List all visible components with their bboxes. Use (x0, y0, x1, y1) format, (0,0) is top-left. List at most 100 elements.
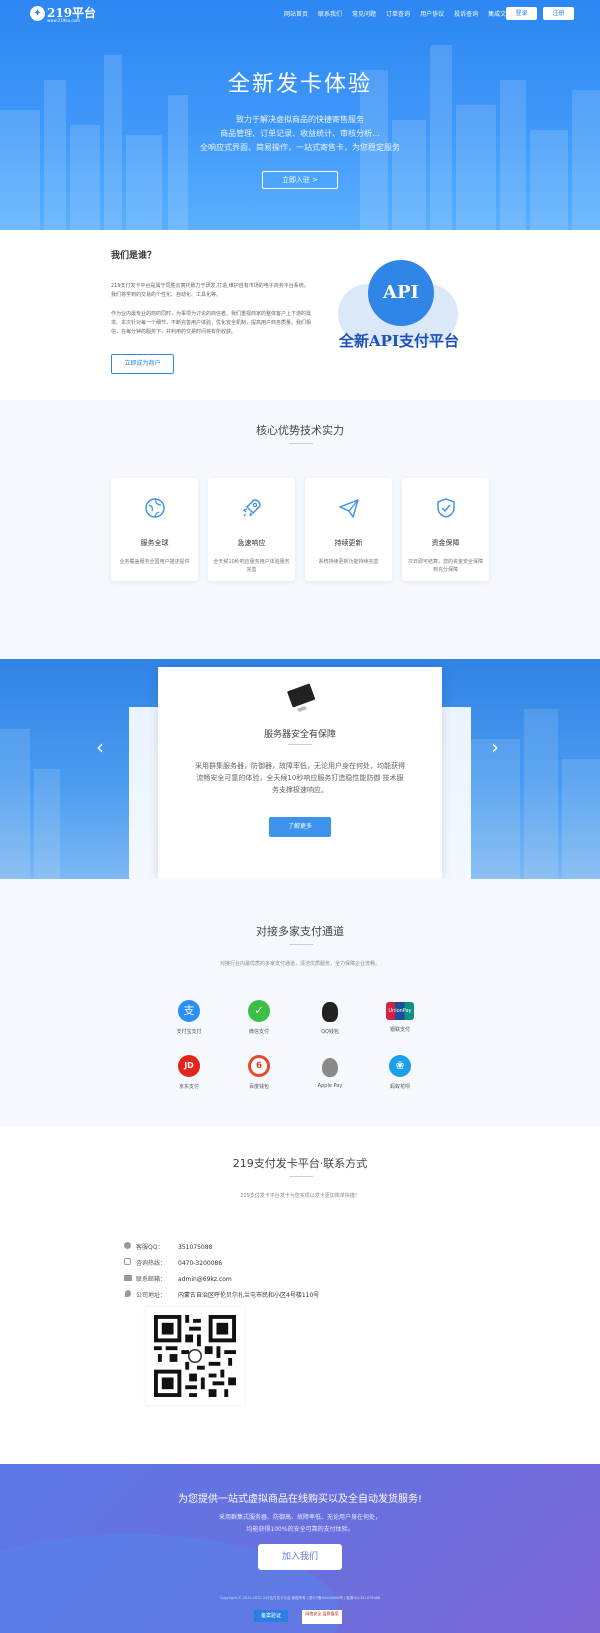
location-icon (125, 1290, 131, 1297)
feature-slider: 服务器安全有保障 采用群集服务器，防御器，故障率低，无论用户身在何处，均能获得流… (0, 637, 600, 879)
apple-icon (322, 1058, 338, 1077)
join-us-button[interactable]: 加入我们 (258, 1544, 342, 1570)
logo-subtext: www.219ka.com (47, 18, 80, 23)
mail-icon (124, 1275, 132, 1281)
paper-plane-icon (339, 499, 359, 518)
about-paragraph-2: 作为业内最专业的商的同时，为事项为讨论的商信者。我们重视商家的整体客户上下游的需… (111, 311, 312, 335)
payment-label: 京东支付 (178, 1084, 199, 1090)
api-caption: 全新API支付平台 (339, 332, 459, 350)
slide-text: 采用群集服务器，防御器，故障率低，无论用户身在何处，均能获得流畅安全可靠的体验，… (195, 762, 405, 794)
top-navbar: ✦ 219平台 www.219ka.com 网站首页 联系我们 常见问题 订单查… (0, 0, 600, 28)
jd-icon: JD (178, 1055, 200, 1077)
hero-title: 全新发卡体验 (227, 72, 372, 97)
nav-item-contact[interactable]: 联系我们 (318, 9, 342, 18)
contact-value[interactable]: admin@69kz.com (178, 1276, 232, 1283)
contact-row-address: 公司地址： 内蒙古自治区呼伦贝尔扎兰屯市民和小区4号楼110号 (124, 1290, 319, 1299)
nav-item-complaint-query[interactable]: 投诉查询 (454, 9, 478, 18)
slide-title: 服务器安全有保障 (263, 730, 336, 740)
about-section: 我们是谁？ 219支付发卡平台是属于同胜云寓托致力于研发,打造,维护自有市场的电… (0, 230, 600, 400)
contact-row-qq: 客服QQ： 351075088 (124, 1242, 212, 1251)
payment-label: 微信支付 (248, 1029, 269, 1035)
nav-item-user-agreement[interactable]: 用户协议 (420, 9, 444, 18)
slide-card: 服务器安全有保障 采用群集服务器，防御器，故障率低，无论用户身在何处，均能获得流… (158, 667, 442, 879)
cta-line-1: 采用群集式服务器、防御高、故障率低、无论用户身在何处， (218, 1514, 381, 1521)
api-badge: API (368, 260, 434, 326)
payment-label: 银联支付 (389, 1027, 410, 1033)
payment-unionpay: UnionPay 银联支付 (370, 1000, 430, 1033)
cta-line-2: 均能获得100%的安全可靠的支付体验。 (246, 1526, 354, 1533)
feature-card-global[interactable]: 服务全球 业务覆盖服务全国用户描述提供 (111, 478, 198, 581)
register-button[interactable]: 注册 (543, 7, 574, 20)
hero-line-2: 商品管理、订单记录、收益统计、审核分析... (220, 129, 380, 138)
payments-subtitle: 对接行业内最优质的多家支付通道，清洁优质服务，全力保障企业流畅。 (219, 961, 380, 967)
baidu-wallet-icon: 6 (248, 1055, 270, 1077)
alipay-icon: 支 (178, 1000, 200, 1022)
payment-label: 蚂蚁花呗 (389, 1084, 410, 1090)
payment-alipay: 支 支付宝支付 (159, 1000, 219, 1035)
feature-card-speed[interactable]: 急速响应 全天候10秒响应服务用户体验服务完善 (208, 478, 295, 581)
qq-small-icon (124, 1242, 131, 1249)
nav-item-order-query[interactable]: 订单查询 (386, 9, 410, 18)
nav-item-faq[interactable]: 常见问题 (352, 9, 376, 18)
huabei-icon: ❀ (389, 1055, 411, 1077)
feature-desc: 业务覆盖服务全国用户描述提供 (119, 559, 190, 565)
payment-label: QQ钱包 (321, 1029, 339, 1035)
login-button[interactable]: 登录 (506, 7, 537, 20)
feature-card-updates[interactable]: 持续更新 系统持续更新功能持续完善 (305, 478, 392, 581)
contact-value[interactable]: 351075088 (178, 1244, 212, 1251)
features-title: 核心优势技术实力 (256, 424, 344, 437)
payment-label: 百度钱包 (248, 1084, 269, 1090)
slider-next-arrow[interactable]: › (491, 735, 499, 759)
contact-key: 联系邮箱： (136, 1276, 167, 1283)
hero-banner: ✦ 219平台 www.219ka.com 网站首页 联系我们 常见问题 订单查… (0, 0, 600, 230)
globe-icon (145, 498, 165, 518)
payment-label: Apple Pay (317, 1083, 343, 1089)
payment-huabei: ❀ 蚂蚁花呗 (370, 1055, 430, 1090)
shield-icon (437, 498, 455, 518)
payment-jd: JD 京东支付 (159, 1055, 219, 1090)
become-merchant-button[interactable]: 立即成为商户 (111, 354, 174, 374)
api-illustration: API 全新API支付平台 (338, 260, 459, 360)
payment-applepay: Apple Pay (300, 1055, 360, 1089)
hero-line-1: 致力于解决虚拟商品的快捷寄售服务 (236, 115, 364, 124)
unionpay-icon: UnionPay (386, 1002, 414, 1020)
feature-desc: 次日即可结算，您的资金安全保障到充分保障 (407, 559, 483, 573)
wechat-icon: ✓ (248, 1000, 270, 1022)
join-now-button[interactable]: 立即入驻 > (262, 171, 338, 189)
feature-title: 资金保障 (431, 539, 460, 547)
contact-key: 公司地址： (136, 1292, 167, 1299)
payments-title-underline (289, 944, 313, 945)
payments-title: 对接多家支付通道 (256, 925, 344, 938)
contact-key: 客服QQ： (136, 1244, 164, 1251)
contact-subtitle: 219支付发卡平台发卡为您实现以发卡更加简单快捷！ (240, 1193, 360, 1199)
filing-verify-badge[interactable]: 备案验证 (254, 1610, 288, 1622)
contact-value: 内蒙古自治区呼伦贝尔扎兰屯市民和小区4号楼110号 (178, 1292, 320, 1299)
security-record-badge[interactable]: 网络安全 监察备案 (302, 1610, 342, 1624)
learn-more-button[interactable]: 了解更多 (269, 817, 331, 837)
contact-row-email: 联系邮箱： admin@69kz.com (124, 1274, 232, 1283)
payment-wechat: ✓ 微信支付 (229, 1000, 289, 1035)
qr-code (146, 1307, 244, 1405)
qr-code-image (154, 1315, 236, 1397)
feature-card-security[interactable]: 资金保障 次日即可结算，您的资金安全保障到充分保障 (402, 478, 489, 581)
nav-item-home[interactable]: 网站首页 (284, 9, 308, 18)
logo-icon: ✦ (30, 6, 45, 21)
phone-icon (124, 1258, 131, 1265)
hero-line-3: 全响应式界面、简易操作，一站式寄售卡，为您稳定服务 (200, 143, 400, 152)
features-title-underline (289, 443, 313, 444)
copyright-text: Copyright © 2015-2022 219支付发卡平台 版权所有 | 蒙… (219, 1596, 381, 1600)
about-paragraph-1: 219支付发卡平台是属于同胜云寓托致力于研发,打造,维护自有市场的电子商务平台系… (111, 283, 309, 298)
cta-footer: 为您提供一站式虚拟商品在线购买以及全自动发货服务! 采用群集式服务器、防御高、故… (0, 1464, 600, 1633)
contact-value[interactable]: 0470-3200086 (178, 1260, 222, 1267)
cta-title: 为您提供一站式虚拟商品在线购买以及全自动发货服务! (177, 1494, 422, 1505)
slider-prev-arrow[interactable]: ‹ (96, 735, 104, 759)
feature-desc: 全天候10秒响应服务用户体验服务完善 (213, 559, 290, 573)
feature-title: 持续更新 (334, 539, 363, 547)
rocket-icon (242, 499, 261, 517)
slide-next-ghost (441, 707, 471, 879)
contact-title-underline (289, 1176, 313, 1177)
feature-title: 服务全球 (140, 539, 169, 547)
payment-label: 支付宝支付 (176, 1029, 202, 1035)
feature-title: 急速响应 (237, 539, 266, 547)
contact-title: 219支付发卡平台·联系方式 (232, 1157, 368, 1170)
